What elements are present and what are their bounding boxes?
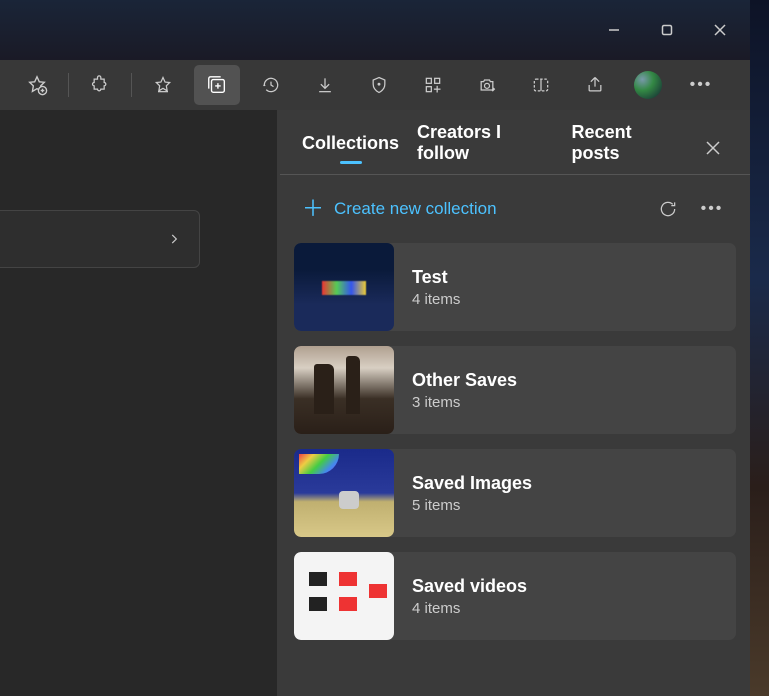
tab-creators[interactable]: Creators I follow — [417, 122, 554, 174]
refresh-button[interactable] — [652, 193, 684, 225]
chevron-right-icon — [167, 232, 181, 246]
create-collection-button[interactable]: Create new collection — [334, 199, 497, 219]
collection-item[interactable]: Test 4 items — [294, 243, 736, 331]
collection-thumbnail — [294, 449, 394, 537]
tab-recent-posts[interactable]: Recent posts — [572, 122, 681, 174]
window-close-button[interactable] — [697, 14, 742, 46]
collection-item[interactable]: Other Saves 3 items — [294, 346, 736, 434]
profile-avatar[interactable] — [634, 71, 662, 99]
browser-toolbar: ••• — [0, 60, 750, 110]
downloads-icon[interactable] — [302, 65, 348, 105]
panel-actions: ＋ Create new collection ••• — [280, 175, 750, 243]
panel-more-button[interactable]: ••• — [696, 193, 728, 225]
collections-icon[interactable] — [194, 65, 240, 105]
collection-subtitle: 4 items — [412, 291, 460, 308]
page-content-left — [0, 110, 280, 696]
collection-thumbnail — [294, 346, 394, 434]
history-icon[interactable] — [248, 65, 294, 105]
more-icon[interactable]: ••• — [678, 65, 724, 105]
collections-list: Test 4 items Other Saves 3 items Saved I… — [280, 243, 750, 640]
collection-subtitle: 3 items — [412, 394, 517, 411]
add-favorite-icon[interactable] — [14, 65, 60, 105]
plus-icon: ＋ — [302, 198, 322, 220]
toolbar-divider — [68, 73, 69, 97]
split-screen-icon[interactable] — [518, 65, 564, 105]
collections-panel: Collections Creators I follow Recent pos… — [280, 110, 750, 696]
security-icon[interactable] — [356, 65, 402, 105]
window-titlebar — [0, 0, 750, 60]
collection-text: Test 4 items — [394, 267, 478, 308]
page-card[interactable] — [0, 210, 200, 268]
collection-thumbnail — [294, 552, 394, 640]
window-minimize-button[interactable] — [591, 14, 636, 46]
share-icon[interactable] — [572, 65, 618, 105]
collection-title: Test — [412, 267, 460, 288]
collection-subtitle: 4 items — [412, 600, 527, 617]
collection-title: Other Saves — [412, 370, 517, 391]
favorites-star-icon[interactable] — [140, 65, 186, 105]
collection-text: Other Saves 3 items — [394, 370, 535, 411]
collection-thumbnail — [294, 243, 394, 331]
extensions-icon[interactable] — [77, 65, 123, 105]
content-area: Collections Creators I follow Recent pos… — [0, 110, 750, 696]
toolbar-divider — [131, 73, 132, 97]
apps-icon[interactable] — [410, 65, 456, 105]
collection-text: Saved Images 5 items — [394, 473, 550, 514]
collection-item[interactable]: Saved videos 4 items — [294, 552, 736, 640]
collection-subtitle: 5 items — [412, 497, 532, 514]
collection-item[interactable]: Saved Images 5 items — [294, 449, 736, 537]
screenshot-icon[interactable] — [464, 65, 510, 105]
close-panel-button[interactable] — [699, 133, 728, 163]
desktop-wallpaper-edge — [750, 0, 769, 696]
collection-title: Saved Images — [412, 473, 532, 494]
window-maximize-button[interactable] — [644, 14, 689, 46]
collection-text: Saved videos 4 items — [394, 576, 545, 617]
tab-collections[interactable]: Collections — [302, 133, 399, 164]
panel-tabs: Collections Creators I follow Recent pos… — [280, 110, 750, 174]
collection-title: Saved videos — [412, 576, 527, 597]
